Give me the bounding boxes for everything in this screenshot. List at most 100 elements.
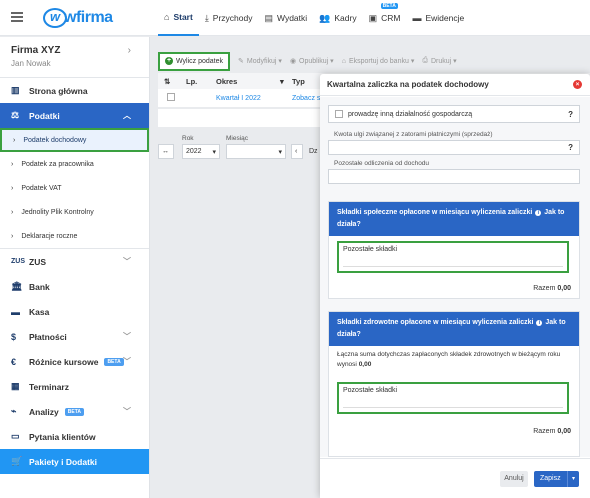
help-icon[interactable]: ? bbox=[568, 143, 573, 152]
menu-icon[interactable] bbox=[11, 12, 23, 22]
crm-icon: ▣ bbox=[368, 12, 378, 23]
social-contributions-panel: Składki społeczne opłacone w miesiącu wy… bbox=[328, 201, 580, 299]
sort-icon[interactable]: ⇅ bbox=[158, 77, 180, 86]
calculate-tax-button[interactable]: + Wylicz podatek bbox=[158, 51, 231, 71]
nav-start[interactable]: ⌂ Start bbox=[158, 0, 199, 36]
cart-icon: 🛒 bbox=[11, 456, 23, 466]
eye-icon: ◉ bbox=[289, 58, 297, 65]
beta-badge: BETA bbox=[380, 3, 398, 9]
company-name: Firma XYZ bbox=[11, 45, 61, 56]
row-checkbox[interactable] bbox=[167, 93, 175, 101]
beta-badge: BETA bbox=[104, 357, 124, 366]
panel-title: Składki zdrowotne opłacone w miesiącu wy… bbox=[329, 312, 579, 346]
pozostale-skladki-field[interactable]: Pozostałe składki bbox=[337, 382, 569, 414]
info-icon[interactable]: i bbox=[536, 320, 543, 326]
user-name: Jan Nowak bbox=[11, 59, 51, 68]
health-sum-text: Łączna suma dotychczas zapłaconych skład… bbox=[337, 351, 561, 368]
zus-icon: ZUS bbox=[11, 258, 25, 265]
wallet-icon: ▤ bbox=[264, 12, 273, 23]
chevron-left-icon[interactable]: ‹ bbox=[291, 144, 303, 159]
scale-icon: ⚖ bbox=[11, 110, 20, 120]
caret-down-icon: ▾ bbox=[278, 148, 282, 156]
chevron-down-icon: ﹀ bbox=[123, 332, 131, 341]
chevron-right-icon: › bbox=[13, 136, 16, 144]
dashboard-icon: ▥ bbox=[11, 85, 20, 95]
chat-icon: ▭ bbox=[11, 431, 20, 441]
cash-icon: ▬ bbox=[11, 306, 20, 317]
nav-crm[interactable]: BETA ▣ CRM bbox=[363, 0, 407, 36]
ulga-input[interactable]: ? bbox=[328, 140, 580, 155]
caret-down-icon: ▾ bbox=[212, 148, 216, 156]
sidebar-item-deklaracje-roczne[interactable]: › Deklaracje roczne bbox=[0, 224, 149, 248]
folder-icon: ▬ bbox=[412, 13, 422, 23]
modal-footer: Anuluj Zapisz ▾ bbox=[320, 458, 590, 498]
caret-down-icon: ▾ bbox=[328, 58, 334, 65]
other-business-checkbox[interactable] bbox=[335, 110, 343, 118]
sidebar-item-podatek-vat[interactable]: › Podatek VAT bbox=[0, 176, 149, 200]
tax-modal: Kwartalna zaliczka na podatek dochodowy … bbox=[320, 74, 590, 498]
modal-title: Kwartalna zaliczka na podatek dochodowy bbox=[327, 80, 489, 89]
chevron-right-icon: › bbox=[11, 208, 14, 216]
sidebar-item-terminarz[interactable]: ▦ Terminarz bbox=[0, 374, 149, 399]
company-switcher[interactable]: Firma XYZ Jan Nowak › bbox=[0, 37, 149, 77]
chart-icon: ⌁ bbox=[11, 406, 17, 416]
bank-icon: ⌂ bbox=[341, 57, 346, 65]
odliczenia-input[interactable] bbox=[328, 169, 580, 184]
sidebar-item-jpk[interactable]: › Jednolity Plik Kontrolny bbox=[0, 200, 149, 224]
publish-button[interactable]: ◉ Opublikuj ▾ bbox=[289, 57, 334, 66]
save-button[interactable]: Zapisz ▾ bbox=[534, 471, 579, 487]
close-icon[interactable]: × bbox=[573, 80, 582, 89]
sidebar-item-podatki[interactable]: ⚖ Podatki ︿ bbox=[0, 103, 149, 128]
info-icon[interactable]: i bbox=[535, 210, 542, 216]
sidebar: Firma XYZ Jan Nowak › ▥ Strona główna ⚖ Po… bbox=[0, 37, 150, 498]
bank-icon: 🏛 bbox=[11, 281, 23, 291]
sidebar-item-roznice-kursowe[interactable]: € Różnice kursowe BETA ﹀ bbox=[0, 349, 149, 374]
sidebar-item-podatek-dochodowy[interactable]: › Podatek dochodowy bbox=[0, 128, 149, 152]
sidebar-item-strona-glowna[interactable]: ▥ Strona główna bbox=[0, 78, 149, 103]
sidebar-item-platnosci[interactable]: $ Płatności ﹀ bbox=[0, 324, 149, 349]
euro-icon: € bbox=[11, 356, 17, 367]
sidebar-item-zus[interactable]: ZUS ZUS ﹀ bbox=[0, 249, 149, 274]
sidebar-item-podatek-za-pracownika[interactable]: › Podatek za pracownika bbox=[0, 152, 149, 176]
year-select[interactable]: 2022 ▾ bbox=[182, 144, 220, 159]
caret-down-icon[interactable]: ▾ bbox=[567, 471, 579, 487]
caret-down-icon: ▾ bbox=[451, 58, 457, 65]
calendar-icon: ▦ bbox=[11, 381, 20, 391]
plus-icon: + bbox=[165, 57, 173, 65]
top-bar: w wfirma ⌂ Start ⤓ Przychody ▤ Wydatki 👥 Kadr… bbox=[0, 0, 590, 36]
chevron-up-icon: ︿ bbox=[123, 111, 131, 120]
modify-button[interactable]: ✎ Modyfikuj ▾ bbox=[238, 57, 282, 66]
beta-badge: BETA bbox=[64, 407, 85, 416]
nav-wydatki[interactable]: ▤ Wydatki bbox=[258, 0, 313, 36]
nav-kadry[interactable]: 👥 Kadry bbox=[313, 0, 362, 36]
sidebar-item-bank[interactable]: 🏛 Bank bbox=[0, 274, 149, 299]
wfirma-logo[interactable]: w wfirma bbox=[43, 7, 113, 29]
sidebar-item-kasa[interactable]: ▬ Kasa bbox=[0, 299, 149, 324]
other-business-row: prowadzę inną działalność gospodarczą ? bbox=[328, 105, 580, 123]
chevron-down-icon: ﹀ bbox=[123, 357, 131, 366]
expand-icon[interactable]: ↔ bbox=[158, 144, 174, 159]
help-icon[interactable]: ? bbox=[568, 110, 573, 119]
chevron-down-icon: ﹀ bbox=[123, 407, 131, 416]
chevron-down-icon: ﹀ bbox=[123, 257, 131, 266]
caret-down-icon: ▾ bbox=[276, 58, 282, 65]
razem-health: Razem 0,00 bbox=[533, 428, 571, 435]
export-button[interactable]: ⌂ Eksportuj do banku ▾ bbox=[341, 57, 415, 66]
print-icon: ⎙ bbox=[422, 57, 428, 64]
razem-social: Razem 0,00 bbox=[533, 285, 571, 292]
nav-przychody[interactable]: ⤓ Przychody bbox=[199, 0, 259, 36]
toolbar: + Wylicz podatek ✎ Modyfikuj ▾ ◉ Opublikuj … bbox=[158, 51, 457, 71]
health-contributions-panel: Składki zdrowotne opłacone w miesiącu wy… bbox=[328, 311, 580, 457]
sidebar-item-pakiety-i-dodatki[interactable]: 🛒 Pakiety i Dodatki bbox=[0, 449, 149, 474]
chevron-right-icon: › bbox=[127, 45, 131, 56]
print-button[interactable]: ⎙ Drukuj ▾ bbox=[422, 57, 456, 65]
modal-header: Kwartalna zaliczka na podatek dochodowy … bbox=[320, 74, 590, 96]
nav-ewidencje[interactable]: ▬ Ewidencje bbox=[406, 0, 470, 36]
sidebar-item-analizy[interactable]: ⌁ Analizy BETA ﹀ bbox=[0, 399, 149, 424]
sidebar-item-pytania-klientow[interactable]: ▭ Pytania klientów bbox=[0, 424, 149, 449]
month-select[interactable]: ▾ bbox=[226, 144, 286, 159]
pozostale-skladki-field[interactable]: Pozostałe składki bbox=[337, 241, 569, 273]
income-icon: ⤓ bbox=[204, 12, 209, 23]
panel-title: Składki społeczne opłacone w miesiącu wy… bbox=[329, 202, 579, 236]
cancel-button[interactable]: Anuluj bbox=[500, 471, 528, 487]
